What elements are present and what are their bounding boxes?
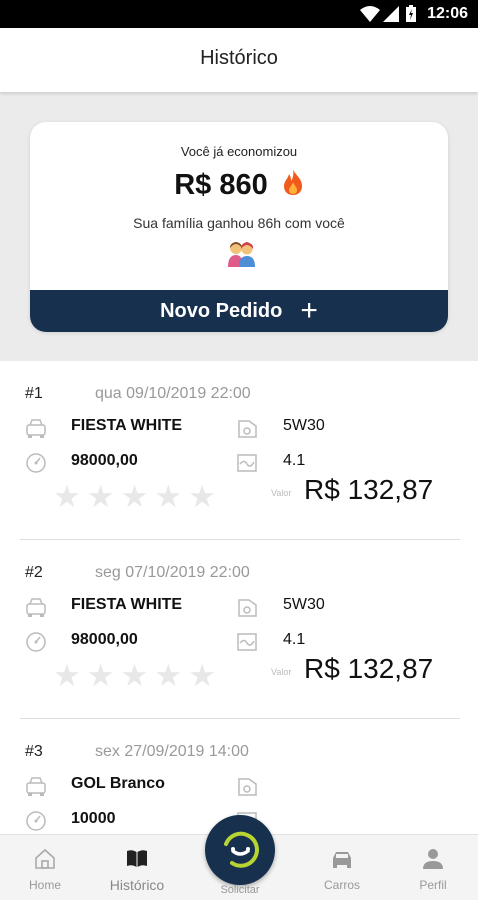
order-car: GOL Branco	[71, 775, 165, 792]
order-number: #3	[25, 743, 43, 760]
order-date: qua 09/10/2019 22:00	[95, 385, 251, 402]
page-title: Histórico	[200, 47, 278, 69]
liters-icon	[237, 633, 257, 651]
order-oil: 5W30	[283, 596, 325, 613]
odometer-icon	[26, 811, 46, 831]
nav-label: Carros	[323, 878, 360, 892]
car-icon	[26, 777, 46, 796]
family-text: Sua família ganhou 86h com você	[133, 215, 345, 231]
new-order-button[interactable]: Novo Pedido +	[30, 290, 448, 332]
order-date: sex 27/09/2019 14:00	[95, 743, 249, 760]
status-time: 12:06	[427, 5, 468, 22]
plus-icon: +	[300, 294, 318, 327]
star-icon[interactable]: ★	[87, 658, 121, 693]
oil-can-icon	[238, 420, 257, 438]
app-bar: Histórico	[0, 28, 478, 92]
value-label: Valor	[271, 667, 292, 677]
order-card[interactable]: #2 seg 07/10/2019 22:00 FIESTA WHITE 5W3…	[0, 540, 478, 719]
wifi-icon	[360, 6, 380, 22]
savings-amount-row: R$ 860	[30, 168, 448, 202]
order-number: #2	[25, 564, 43, 581]
logo-icon	[224, 831, 259, 868]
order-car: FIESTA WHITE	[71, 596, 183, 613]
order-price: R$ 132,87	[304, 653, 434, 684]
order-liters: 4.1	[283, 631, 306, 648]
liters-icon	[237, 454, 257, 472]
solicitar-label: Solicitar	[220, 884, 260, 896]
status-bar: 12:06	[0, 0, 478, 28]
person-icon	[423, 849, 443, 869]
solicitar-button[interactable]	[205, 815, 275, 885]
odometer-icon	[26, 453, 46, 473]
nav-carros[interactable]: Carros	[297, 835, 387, 900]
nav-label: Histórico	[109, 877, 165, 893]
car-icon	[26, 598, 46, 617]
order-liters: 4.1	[283, 452, 306, 469]
star-icon[interactable]: ★	[53, 658, 87, 693]
star-icon[interactable]: ★	[188, 479, 222, 514]
saved-label: Você já economizou	[180, 144, 298, 159]
star-icon[interactable]: ★	[87, 479, 121, 514]
savings-card: Você já economizou R$ 860 Sua família ga…	[30, 122, 448, 332]
oil-can-icon	[238, 778, 257, 796]
order-km: 98000,00	[71, 452, 138, 469]
nav-home[interactable]: Home	[0, 835, 90, 900]
car-icon	[26, 419, 46, 438]
orders-list[interactable]: #1 qua 09/10/2019 22:00 FIESTA WHITE 5W3…	[0, 361, 478, 834]
order-price: R$ 132,87	[304, 474, 434, 505]
order-km: 10000	[71, 810, 116, 827]
value-label: Valor	[271, 488, 292, 498]
nav-label: Perfil	[419, 878, 447, 892]
order-km: 98000,00	[71, 631, 138, 648]
nav-historico[interactable]: Histórico	[92, 835, 182, 900]
star-icon[interactable]: ★	[188, 658, 222, 693]
odometer-icon	[26, 632, 46, 652]
order-oil: 5W30	[283, 417, 325, 434]
rating-stars[interactable]: ★★★★★	[53, 658, 222, 694]
order-car: FIESTA WHITE	[71, 417, 183, 434]
star-icon[interactable]: ★	[53, 479, 87, 514]
book-icon	[127, 850, 147, 867]
car-icon	[333, 852, 351, 868]
new-order-label: Novo Pedido	[160, 300, 283, 322]
nav-perfil[interactable]: Perfil	[388, 835, 478, 900]
star-icon[interactable]: ★	[154, 658, 188, 693]
home-icon	[35, 848, 55, 869]
signal-icon	[383, 6, 399, 22]
order-card[interactable]: #1 qua 09/10/2019 22:00 FIESTA WHITE 5W3…	[0, 361, 478, 540]
order-date: seg 07/10/2019 22:00	[95, 564, 250, 581]
star-icon[interactable]: ★	[121, 479, 155, 514]
fire-icon	[283, 169, 302, 195]
savings-amount: R$ 860	[174, 169, 268, 201]
nav-label: Home	[28, 878, 61, 892]
star-icon[interactable]: ★	[154, 479, 188, 514]
family-icon	[228, 242, 255, 267]
battery-icon	[406, 5, 416, 22]
oil-can-icon	[238, 599, 257, 617]
order-number: #1	[25, 385, 43, 402]
star-icon[interactable]: ★	[121, 658, 155, 693]
rating-stars[interactable]: ★★★★★	[53, 479, 222, 515]
